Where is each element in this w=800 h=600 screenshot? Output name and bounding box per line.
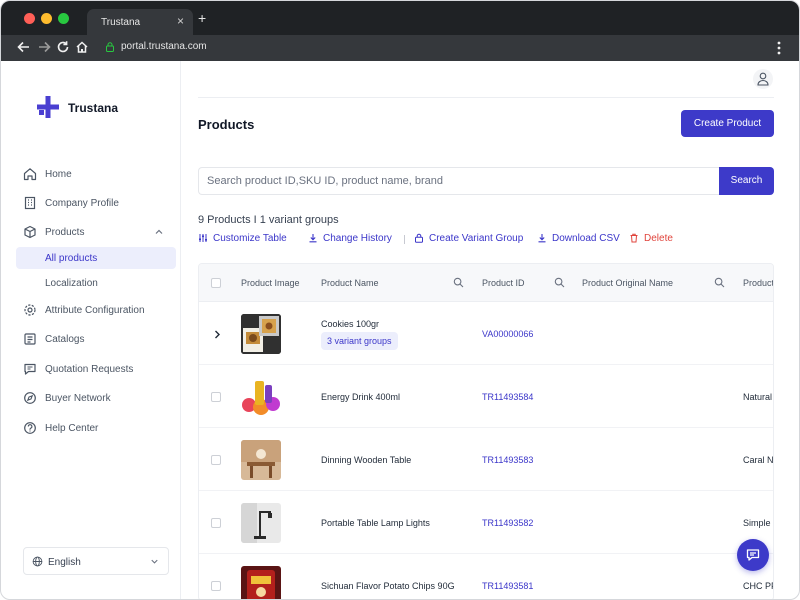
chat-support-button[interactable] — [737, 539, 769, 571]
catalog-icon — [24, 333, 36, 345]
product-thumbnail — [241, 314, 281, 354]
address-bar[interactable]: portal.trustana.com — [121, 41, 207, 52]
search-icon[interactable] — [714, 277, 725, 288]
product-name: Cookies 100gr — [321, 319, 380, 329]
chevron-up-icon[interactable] — [153, 226, 165, 238]
chevron-down-icon — [151, 559, 158, 564]
trustana-logo — [37, 96, 59, 118]
sidebar: Trustana Home Company Profile Products A… — [9, 61, 181, 599]
sidebar-item-home[interactable]: Home — [21, 164, 175, 186]
building-icon — [24, 196, 36, 210]
column-header-product-image: Product Image — [241, 278, 300, 288]
search-icon[interactable] — [554, 277, 565, 288]
variant-groups-badge[interactable]: 3 variant groups — [321, 332, 398, 350]
sidebar-item-buyer-network[interactable]: Buyer Network — [21, 388, 175, 410]
product-thumbnail — [241, 503, 281, 543]
maximize-window-button[interactable] — [58, 13, 69, 24]
sidebar-item-attribute-configuration[interactable]: Attribute Configuration — [21, 300, 175, 322]
trash-icon — [630, 233, 638, 243]
table-row[interactable]: Energy Drink 400ml TR11493584 Natural — [199, 365, 773, 428]
products-table: Product Image Product Name Product ID Pr… — [198, 263, 774, 599]
row-checkbox[interactable] — [211, 455, 221, 465]
page-title: Products — [198, 117, 255, 132]
table-header: Product Image Product Name Product ID Pr… — [199, 264, 774, 302]
product-original-name: Caral Na — [743, 455, 774, 465]
search-button[interactable]: Search — [719, 167, 774, 195]
product-id-link[interactable]: TR11493582 — [482, 518, 533, 528]
browser-tab[interactable]: Trustana × — [87, 9, 193, 35]
column-header-product: Product — [743, 278, 774, 288]
globe-icon — [32, 556, 43, 567]
table-row[interactable]: Dinning Wooden Table TR11493583 Caral Na — [199, 428, 774, 491]
row-checkbox[interactable] — [211, 392, 221, 402]
user-icon — [757, 72, 769, 86]
products-summary: 9 Products I 1 variant groups — [198, 214, 339, 226]
brand-name: Trustana — [68, 101, 119, 115]
search-icon[interactable] — [453, 277, 464, 288]
sliders-icon — [199, 234, 207, 242]
product-name: Portable Table Lamp Lights — [321, 518, 430, 528]
product-id-link[interactable]: TR11493584 — [482, 392, 533, 402]
help-icon — [24, 422, 36, 434]
column-header-product-id: Product ID — [482, 278, 525, 288]
lock-icon — [415, 233, 423, 243]
row-checkbox[interactable] — [211, 581, 221, 591]
sidebar-item-company-profile[interactable]: Company Profile — [21, 193, 175, 215]
reload-icon[interactable] — [56, 40, 70, 54]
product-thumbnail — [241, 377, 281, 417]
tab-title: Trustana — [101, 17, 141, 28]
product-original-name: CHC PP — [743, 581, 774, 591]
download-icon — [309, 234, 317, 243]
close-window-button[interactable] — [24, 13, 35, 24]
select-all-checkbox[interactable] — [211, 278, 221, 288]
new-tab-button[interactable]: + — [198, 10, 206, 26]
browser-window: Trustana × + portal.trustana.com Trustan… — [0, 0, 800, 600]
row-checkbox[interactable] — [211, 518, 221, 528]
sidebar-item-all-products[interactable]: All products — [16, 247, 176, 269]
sidebar-item-catalogs[interactable]: Catalogs — [21, 329, 175, 351]
product-thumbnail — [241, 440, 281, 480]
column-header-product-original-name: Product Original Name — [582, 278, 674, 288]
product-name: Dinning Wooden Table — [321, 455, 412, 465]
create-product-button[interactable]: Create Product — [681, 110, 774, 137]
compass-icon — [24, 392, 36, 404]
table-row[interactable]: Sichuan Flavor Potato Chips 90G TR114935… — [199, 554, 774, 599]
browser-titlebar: Trustana × + — [1, 1, 799, 35]
table-row[interactable]: Portable Table Lamp Lights TR11493582 Si… — [199, 491, 773, 554]
box-icon — [24, 225, 36, 239]
sidebar-item-products[interactable]: Products — [21, 222, 175, 244]
user-avatar-button[interactable] — [753, 69, 773, 89]
table-row[interactable]: Cookies 100gr 3 variant groups VA0000006… — [199, 302, 773, 365]
browser-menu-icon[interactable] — [777, 41, 781, 55]
sidebar-item-localization[interactable]: Localization — [16, 272, 176, 294]
sidebar-item-quotation-requests[interactable]: Quotation Requests — [21, 359, 175, 381]
sidebar-item-help-center[interactable]: Help Center — [21, 418, 175, 440]
chevron-right-icon[interactable] — [213, 330, 222, 339]
search-input[interactable] — [198, 167, 719, 195]
message-icon — [24, 363, 36, 375]
home-icon — [23, 168, 37, 181]
product-id-link[interactable]: VA00000066 — [482, 329, 533, 339]
product-id-link[interactable]: TR11493583 — [482, 455, 533, 465]
home-browser-icon[interactable] — [75, 40, 89, 54]
tab-close-icon[interactable]: × — [177, 14, 184, 28]
product-name: Energy Drink 400ml — [321, 392, 401, 402]
back-icon[interactable] — [17, 40, 31, 54]
product-original-name: Natural — [743, 392, 773, 402]
gear-icon — [24, 304, 36, 316]
forward-icon[interactable] — [37, 40, 51, 54]
minimize-window-button[interactable] — [41, 13, 52, 24]
download-icon — [538, 234, 546, 243]
chat-icon — [746, 549, 760, 561]
product-name: Sichuan Flavor Potato Chips 90G — [321, 581, 455, 591]
action-separator — [404, 235, 405, 244]
language-select[interactable]: English — [23, 547, 169, 575]
browser-navbar: portal.trustana.com — [1, 35, 799, 61]
product-thumbnail — [241, 566, 281, 599]
lock-icon — [106, 42, 114, 52]
product-original-name: Simple E — [743, 518, 773, 528]
header-divider — [198, 97, 774, 98]
product-id-link[interactable]: TR11493581 — [482, 581, 533, 591]
column-header-product-name: Product Name — [321, 278, 379, 288]
